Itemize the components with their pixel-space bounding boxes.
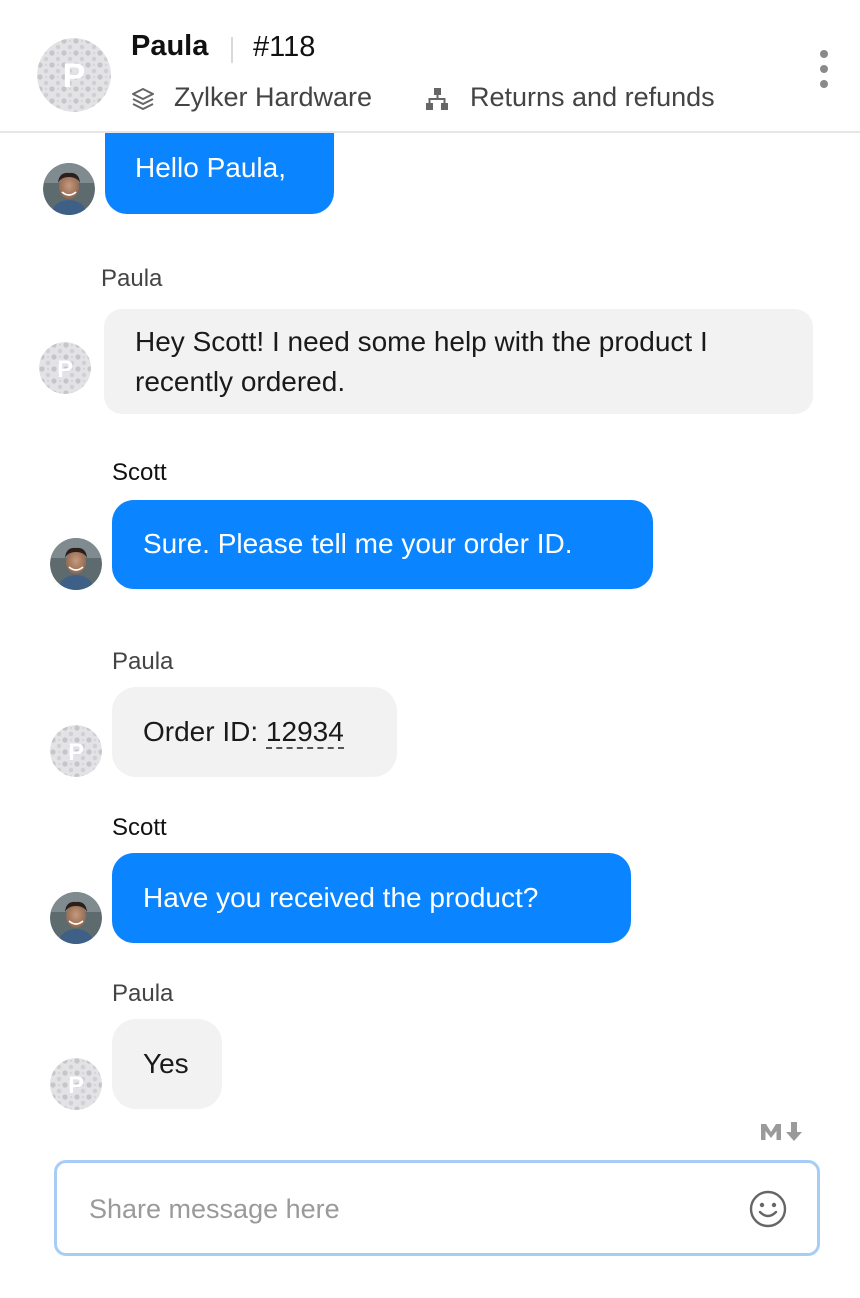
message-bubble: Hello Paula, — [105, 133, 334, 214]
message-text: Hey Scott! I need some help with the pro… — [135, 326, 708, 397]
chat-header: P Paula #118 Zylker Hardware Returns and… — [0, 0, 860, 133]
smiley-icon[interactable] — [747, 1188, 789, 1230]
message-input[interactable] — [87, 1185, 731, 1233]
message-text-prefix: Order ID: — [143, 716, 266, 747]
order-id-link[interactable]: 12934 — [265, 716, 344, 749]
customer-avatar: P — [50, 1058, 102, 1110]
message-text: Yes — [143, 1048, 189, 1079]
ticket-number: #118 — [253, 31, 316, 63]
customer-avatar: P — [39, 342, 91, 394]
sender-name: Scott — [112, 459, 167, 486]
message-text: Hello Paula, — [135, 152, 286, 183]
agent-avatar — [43, 163, 95, 215]
message-bubble: Have you received the product? — [112, 853, 631, 943]
svg-text:P: P — [68, 1072, 84, 1099]
customer-name: Paula — [131, 30, 209, 62]
message-composer — [54, 1160, 820, 1256]
message-text: Sure. Please tell me your order ID. — [143, 528, 573, 559]
message-bubble: Sure. Please tell me your order ID. — [112, 500, 653, 589]
message-bubble: Order ID: 12934 — [112, 687, 397, 777]
message-text: Have you received the product? — [143, 882, 539, 913]
header-divider — [231, 37, 233, 63]
sender-name: Paula — [112, 980, 174, 1007]
message-bubble: Yes — [112, 1019, 222, 1109]
message-list[interactable]: Hello Paula, Paula P Hey Scott! I need s… — [0, 133, 860, 1133]
svg-text:P: P — [68, 739, 84, 766]
sender-name: Paula — [101, 265, 163, 292]
layers-icon — [132, 88, 154, 110]
message-bubble: Hey Scott! I need some help with the pro… — [104, 309, 813, 414]
agent-avatar — [50, 892, 102, 944]
customer-avatar: P — [50, 725, 102, 777]
customer-avatar[interactable]: P — [37, 38, 111, 112]
svg-text:P: P — [63, 57, 86, 95]
sender-name: Scott — [112, 814, 167, 841]
more-options-icon[interactable] — [812, 48, 836, 92]
department-name: Zylker Hardware — [174, 82, 373, 112]
category-name: Returns and refunds — [470, 82, 715, 112]
sender-name: Paula — [112, 648, 174, 675]
svg-text:P: P — [57, 356, 73, 383]
hierarchy-icon — [426, 88, 448, 110]
markdown-icon[interactable] — [758, 1118, 808, 1146]
agent-avatar — [50, 538, 102, 590]
